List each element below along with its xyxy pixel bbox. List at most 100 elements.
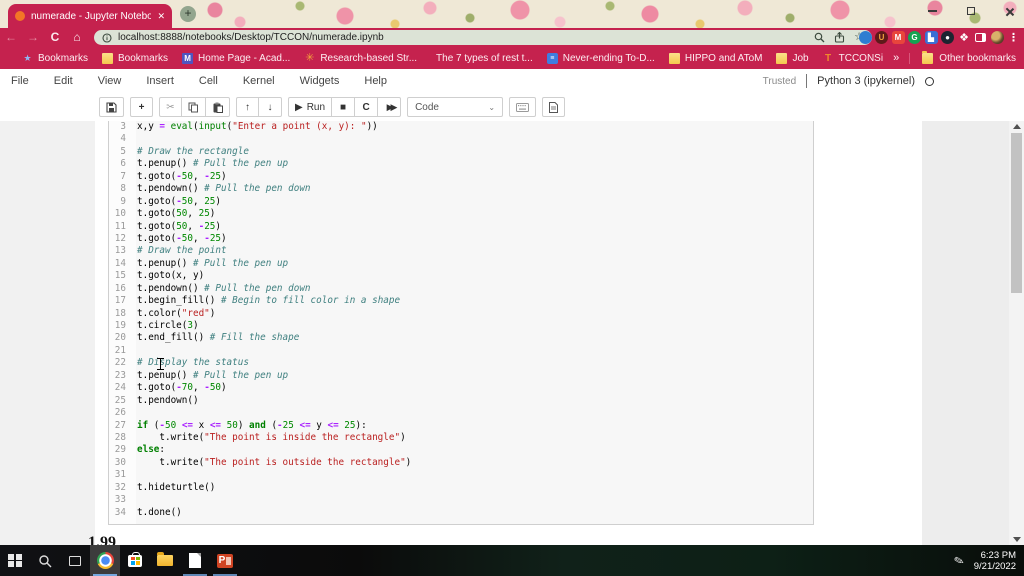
code-line[interactable]: 14t.penup() # Pull the pen up — [109, 258, 813, 270]
cut-cell-button[interactable]: ✂ — [159, 97, 182, 117]
info-icon[interactable] — [102, 33, 112, 43]
code-line[interactable]: 33 — [109, 494, 813, 506]
ext-maroon-circle-icon[interactable]: U — [875, 31, 888, 44]
restart-run-all-button[interactable]: ▶▶ — [378, 97, 401, 117]
code-line[interactable]: 15t.goto(x, y) — [109, 270, 813, 282]
scroll-up-icon[interactable] — [1013, 124, 1021, 129]
bookmark-item[interactable]: Bookmarks — [102, 53, 168, 64]
other-bookmarks[interactable]: Other bookmarks — [909, 53, 1016, 64]
add-cell-button[interactable]: + — [130, 97, 153, 117]
code-line[interactable]: 16t.pendown() # Pull the pen down — [109, 283, 813, 295]
code-line[interactable]: 22# Display the status — [109, 357, 813, 369]
browser-tab[interactable]: numerade - Jupyter Notebook ✕ — [8, 4, 172, 28]
window-close-icon[interactable] — [1005, 7, 1014, 16]
code-line[interactable]: 34t.done() — [109, 507, 813, 519]
code-line[interactable]: 23t.penup() # Pull the pen up — [109, 370, 813, 382]
code-line[interactable]: 28 t.write("The point is inside the rect… — [109, 432, 813, 444]
chrome-menu-icon[interactable]: ⋮ — [1007, 31, 1020, 44]
url-bar[interactable]: localhost:8888/notebooks/Desktop/TCCON/n… — [94, 30, 872, 45]
scroll-down-icon[interactable] — [1013, 537, 1021, 542]
code-line[interactable]: 25t.pendown() — [109, 395, 813, 407]
code-line[interactable]: 11t.goto(50, -25) — [109, 221, 813, 233]
taskbar-file-explorer[interactable] — [150, 545, 180, 576]
code-cell-input[interactable]: 3x,y = eval(input("Enter a point (x, y):… — [108, 121, 814, 525]
windows-ink-pen-icon[interactable]: ✎ — [952, 552, 965, 568]
code-line[interactable]: 7t.goto(-50, -25) — [109, 171, 813, 183]
taskbar-powerpoint[interactable]: P — [210, 545, 240, 576]
ext-green-crescent-icon[interactable]: G — [908, 31, 921, 44]
code-line[interactable]: 13# Draw the point — [109, 245, 813, 257]
taskbar-clock[interactable]: 6:23 PM 9/21/2022 — [974, 550, 1016, 572]
ext-red-m-icon[interactable]: M — [892, 31, 905, 44]
scrollbar-thumb[interactable] — [1011, 133, 1022, 293]
bookmark-item[interactable]: HIPPO and AToM — [669, 53, 763, 64]
run-button[interactable]: ▶Run — [288, 97, 332, 117]
code-line[interactable]: 6t.penup() # Pull the pen up — [109, 158, 813, 170]
menu-insert[interactable]: Insert — [146, 75, 174, 87]
code-line[interactable]: 21 — [109, 345, 813, 357]
menu-widgets[interactable]: Widgets — [300, 75, 340, 87]
notebook-tools-button[interactable] — [542, 97, 565, 117]
code-line[interactable]: 5# Draw the rectangle — [109, 146, 813, 158]
code-line[interactable]: 9t.goto(-50, 25) — [109, 196, 813, 208]
ext-blue-shield-icon[interactable]: ▙ — [925, 31, 938, 44]
code-line[interactable]: 32t.hideturtle() — [109, 482, 813, 494]
profile-avatar[interactable] — [991, 31, 1004, 44]
code-line[interactable]: 27if (-50 <= x <= 50) and (-25 <= y <= 2… — [109, 420, 813, 432]
reload-icon[interactable]: C — [44, 28, 66, 47]
bookmark-item[interactable]: Home Page - Acad... — [182, 53, 290, 64]
menu-cell[interactable]: Cell — [199, 75, 218, 87]
move-cell-up-button[interactable]: ↑ — [236, 97, 259, 117]
taskbar-microsoft-store[interactable] — [120, 545, 150, 576]
menu-file[interactable]: File — [11, 75, 29, 87]
command-palette-button[interactable] — [509, 97, 536, 117]
side-panel-icon[interactable] — [974, 31, 987, 44]
new-tab-button[interactable]: + — [180, 6, 196, 22]
code-line[interactable]: 31 — [109, 469, 813, 481]
code-line[interactable]: 3x,y = eval(input("Enter a point (x, y):… — [109, 121, 813, 133]
interrupt-kernel-button[interactable]: ■ — [332, 97, 355, 117]
code-line[interactable]: 18t.color("red") — [109, 308, 813, 320]
code-line[interactable]: 10t.goto(50, 25) — [109, 208, 813, 220]
tab-close-icon[interactable]: ✕ — [157, 11, 165, 22]
menu-help[interactable]: Help — [364, 75, 387, 87]
page-scrollbar[interactable] — [1009, 121, 1024, 545]
paste-cell-button[interactable] — [206, 97, 230, 117]
bookmarks-overflow-icon[interactable]: » — [893, 52, 899, 64]
save-button[interactable] — [99, 97, 124, 117]
menu-view[interactable]: View — [98, 75, 122, 87]
bookmark-item[interactable]: Job — [776, 53, 808, 64]
forward-icon[interactable]: → — [22, 28, 44, 47]
bookmark-item[interactable]: Research-based Str... — [304, 53, 417, 64]
zoom-icon[interactable] — [814, 32, 825, 43]
menu-edit[interactable]: Edit — [54, 75, 73, 87]
url-text[interactable]: localhost:8888/notebooks/Desktop/TCCON/n… — [118, 32, 808, 43]
taskbar-search-button[interactable] — [30, 545, 60, 576]
task-view-button[interactable] — [60, 545, 90, 576]
window-maximize-icon[interactable] — [967, 7, 975, 15]
back-icon[interactable]: ← — [0, 28, 22, 47]
code-line[interactable]: 8t.pendown() # Pull the pen down — [109, 183, 813, 195]
code-line[interactable]: 20t.end_fill() # Fill the shape — [109, 332, 813, 344]
kernel-name[interactable]: Python 3 (ipykernel) — [817, 75, 915, 87]
start-button[interactable] — [0, 545, 30, 576]
extensions-puzzle-icon[interactable]: ❖ — [958, 31, 971, 44]
code-line[interactable]: 26 — [109, 407, 813, 419]
code-line[interactable]: 19t.circle(3) — [109, 320, 813, 332]
code-line[interactable]: 4 — [109, 133, 813, 145]
code-line[interactable]: 24t.goto(-70, -50) — [109, 382, 813, 394]
code-line[interactable]: 29else: — [109, 444, 813, 456]
cell-type-dropdown[interactable]: Code ⌄ — [407, 97, 503, 117]
bookmark-item[interactable]: TCCONSites < Main... — [823, 53, 884, 64]
menu-kernel[interactable]: Kernel — [243, 75, 275, 87]
taskbar-chrome[interactable] — [90, 545, 120, 576]
bookmark-item[interactable]: Never-ending To-D... — [547, 53, 655, 64]
home-icon[interactable]: ⌂ — [66, 28, 88, 47]
share-icon[interactable] — [834, 32, 845, 43]
move-cell-down-button[interactable]: ↓ — [259, 97, 282, 117]
code-line[interactable]: 30 t.write("The point is outside the rec… — [109, 457, 813, 469]
ext-blue-circle-icon[interactable] — [859, 31, 872, 44]
restart-kernel-button[interactable]: C — [355, 97, 378, 117]
bookmark-item[interactable]: The 7 types of rest t... — [431, 53, 533, 64]
code-line[interactable]: 12t.goto(-50, -25) — [109, 233, 813, 245]
